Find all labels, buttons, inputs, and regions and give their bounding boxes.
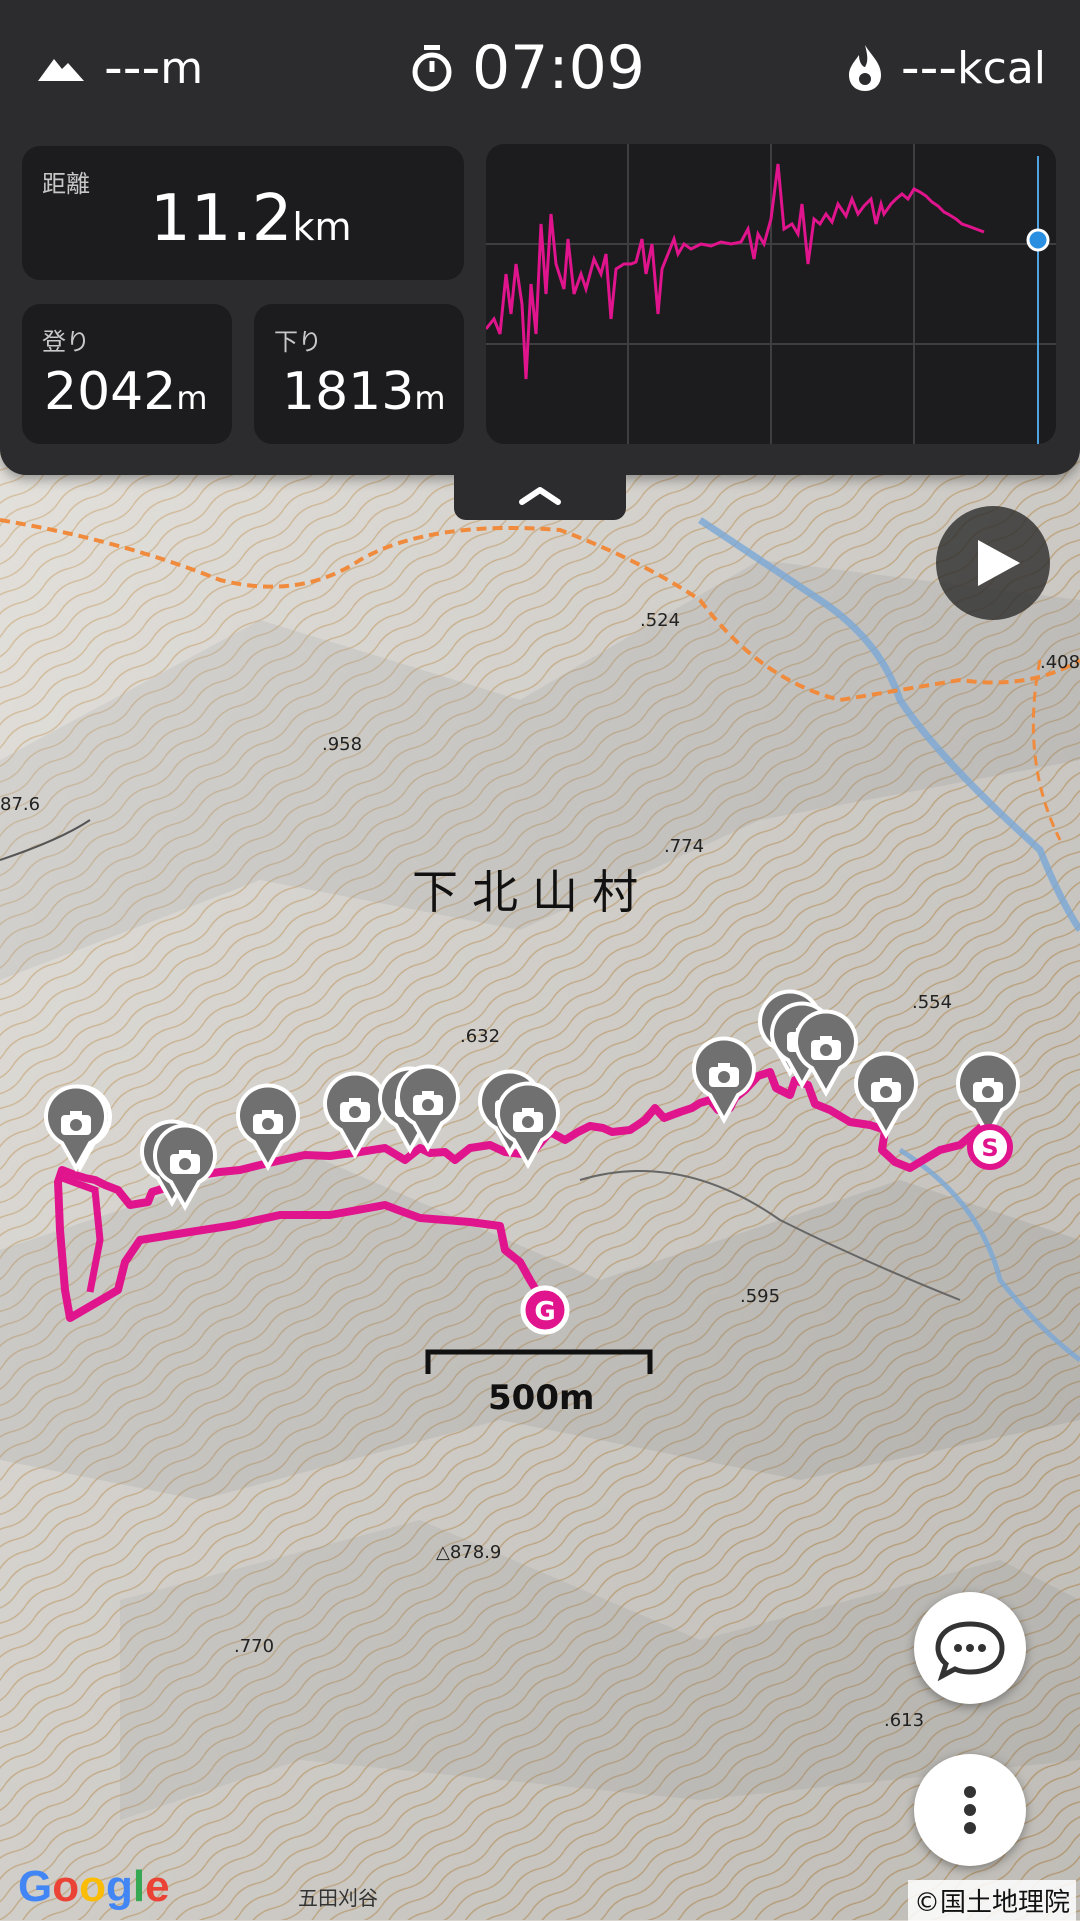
spot-height: .408 <box>1040 652 1080 673</box>
goal-marker[interactable]: G <box>520 1285 570 1335</box>
more-vertical-icon <box>964 1786 976 1834</box>
distance-value: 11.2 <box>150 182 293 256</box>
svg-text:S: S <box>981 1134 998 1162</box>
distance-label: 距離 <box>42 170 90 198</box>
calorie-readout: --- kcal <box>847 28 1046 108</box>
ascent-unit: m <box>176 379 208 417</box>
spot-height: .554 <box>912 992 953 1013</box>
spot-height: 87.6 <box>0 794 41 815</box>
spot-height: .770 <box>234 1636 275 1657</box>
timer-readout: 07:09 <box>410 28 645 108</box>
spot-height: .774 <box>664 836 705 857</box>
place-name: 下北山村 <box>412 865 652 919</box>
altitude-value: --- <box>104 38 161 98</box>
top-status-bar: --- m 07:09 --- kcal <box>0 28 1080 108</box>
spot-height: .613 <box>884 1710 925 1731</box>
distance-unit: km <box>292 205 352 249</box>
play-button[interactable] <box>936 506 1050 620</box>
current-position-dot <box>1026 228 1050 252</box>
descent-value: 1813 <box>282 362 415 422</box>
elevation-profile <box>486 144 1056 444</box>
google-logo: Google <box>18 1862 170 1911</box>
chevron-up-icon <box>519 487 561 505</box>
ascent-card: 登り 2042m <box>22 304 232 444</box>
descent-card: 下り 1813m <box>254 304 464 444</box>
collapse-handle[interactable] <box>454 470 626 520</box>
ascent-value: 2042 <box>44 362 177 422</box>
scale-label: 500m <box>488 1378 595 1418</box>
mountain-icon <box>38 59 84 81</box>
spot-height: .632 <box>460 1026 501 1047</box>
play-icon <box>978 540 1020 586</box>
calories-value: --- <box>900 38 958 98</box>
descent-label: 下り <box>274 328 322 356</box>
distance-card: 距離 11.2km <box>22 146 464 280</box>
speech-bubble-icon <box>935 1621 1005 1682</box>
start-marker[interactable]: S <box>967 1124 1013 1170</box>
altitude-unit: m <box>160 42 204 94</box>
elevation-chart[interactable] <box>486 144 1056 444</box>
ascent-label: 登り <box>42 328 90 356</box>
spot-height: △878.9 <box>436 1542 502 1563</box>
spot-height: .958 <box>322 734 363 755</box>
stopwatch-icon <box>412 45 452 92</box>
flame-icon <box>848 45 881 91</box>
more-options-button[interactable] <box>914 1754 1026 1866</box>
descent-unit: m <box>414 379 446 417</box>
stats-panel: --- m 07:09 --- kcal 距離 11.2km 登り 2042m 下り… <box>0 0 1080 475</box>
calories-unit: kcal <box>957 42 1046 94</box>
comment-button[interactable] <box>914 1592 1026 1704</box>
spot-height: .595 <box>740 1286 781 1307</box>
spot-height: .524 <box>640 610 681 631</box>
svg-text:G: G <box>534 1297 555 1327</box>
map-attribution: ©国土地理院 <box>907 1880 1076 1921</box>
altitude-readout: --- m <box>36 28 203 108</box>
valley-name: 五田刈谷 <box>298 1886 378 1910</box>
elapsed-time: 07:09 <box>472 33 645 103</box>
